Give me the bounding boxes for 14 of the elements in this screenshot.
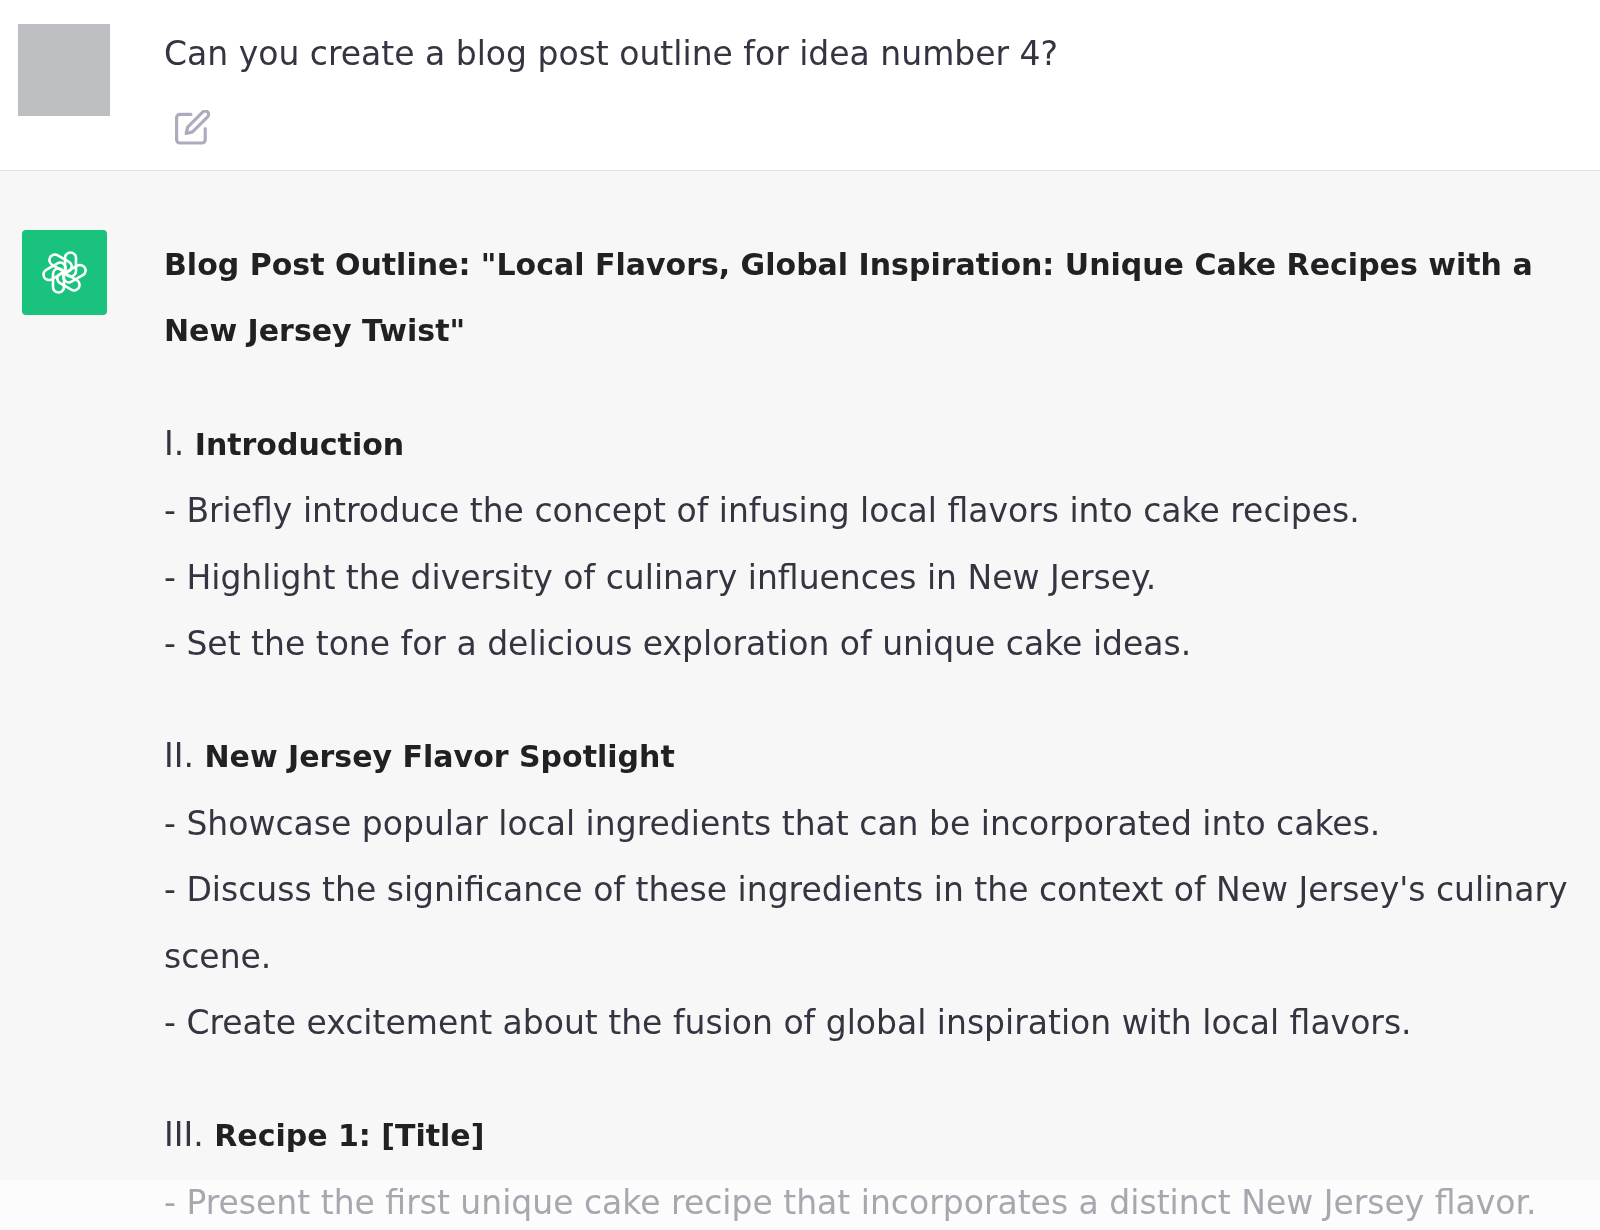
section-heading: III. Recipe 1: [Title] bbox=[164, 1114, 486, 1157]
edit-icon[interactable] bbox=[175, 110, 210, 145]
outline-item: - Present the first unique cake recipe that incorporates a distinct New Jersey flavor. bbox=[164, 1181, 1538, 1224]
user-message-text: Can you create a blog post outline for idea number 4? bbox=[164, 33, 1059, 75]
outline-item: - Highlight the diversity of culinary influences in New Jersey. bbox=[164, 556, 1158, 599]
section-heading: II. New Jersey Flavor Spotlight bbox=[164, 735, 676, 778]
outline-item: - Set the tone for a delicious exploration of unique cake ideas. bbox=[164, 623, 1193, 666]
outline-item: - Showcase popular local ingredients that can be incorporated into cakes. bbox=[164, 802, 1382, 845]
outline-item: - Briefly introduce the concept of infusing local flavors into cake recipes. bbox=[164, 490, 1361, 533]
knot-logo-icon bbox=[22, 230, 107, 315]
outline-item: - Create excitement about the fusion of global inspiration with local flavors. bbox=[164, 1002, 1413, 1045]
outline-title: Blog Post Outline: "Local Flavors, Global Inspiration: Unique Cake Recipes with a New Jersey Twist" bbox=[164, 246, 1534, 351]
section-heading: I. Introduction bbox=[164, 422, 406, 465]
outline-item: - Discuss the significance of these ingredients in the context of New Jersey's culinary scene. bbox=[164, 869, 1569, 978]
